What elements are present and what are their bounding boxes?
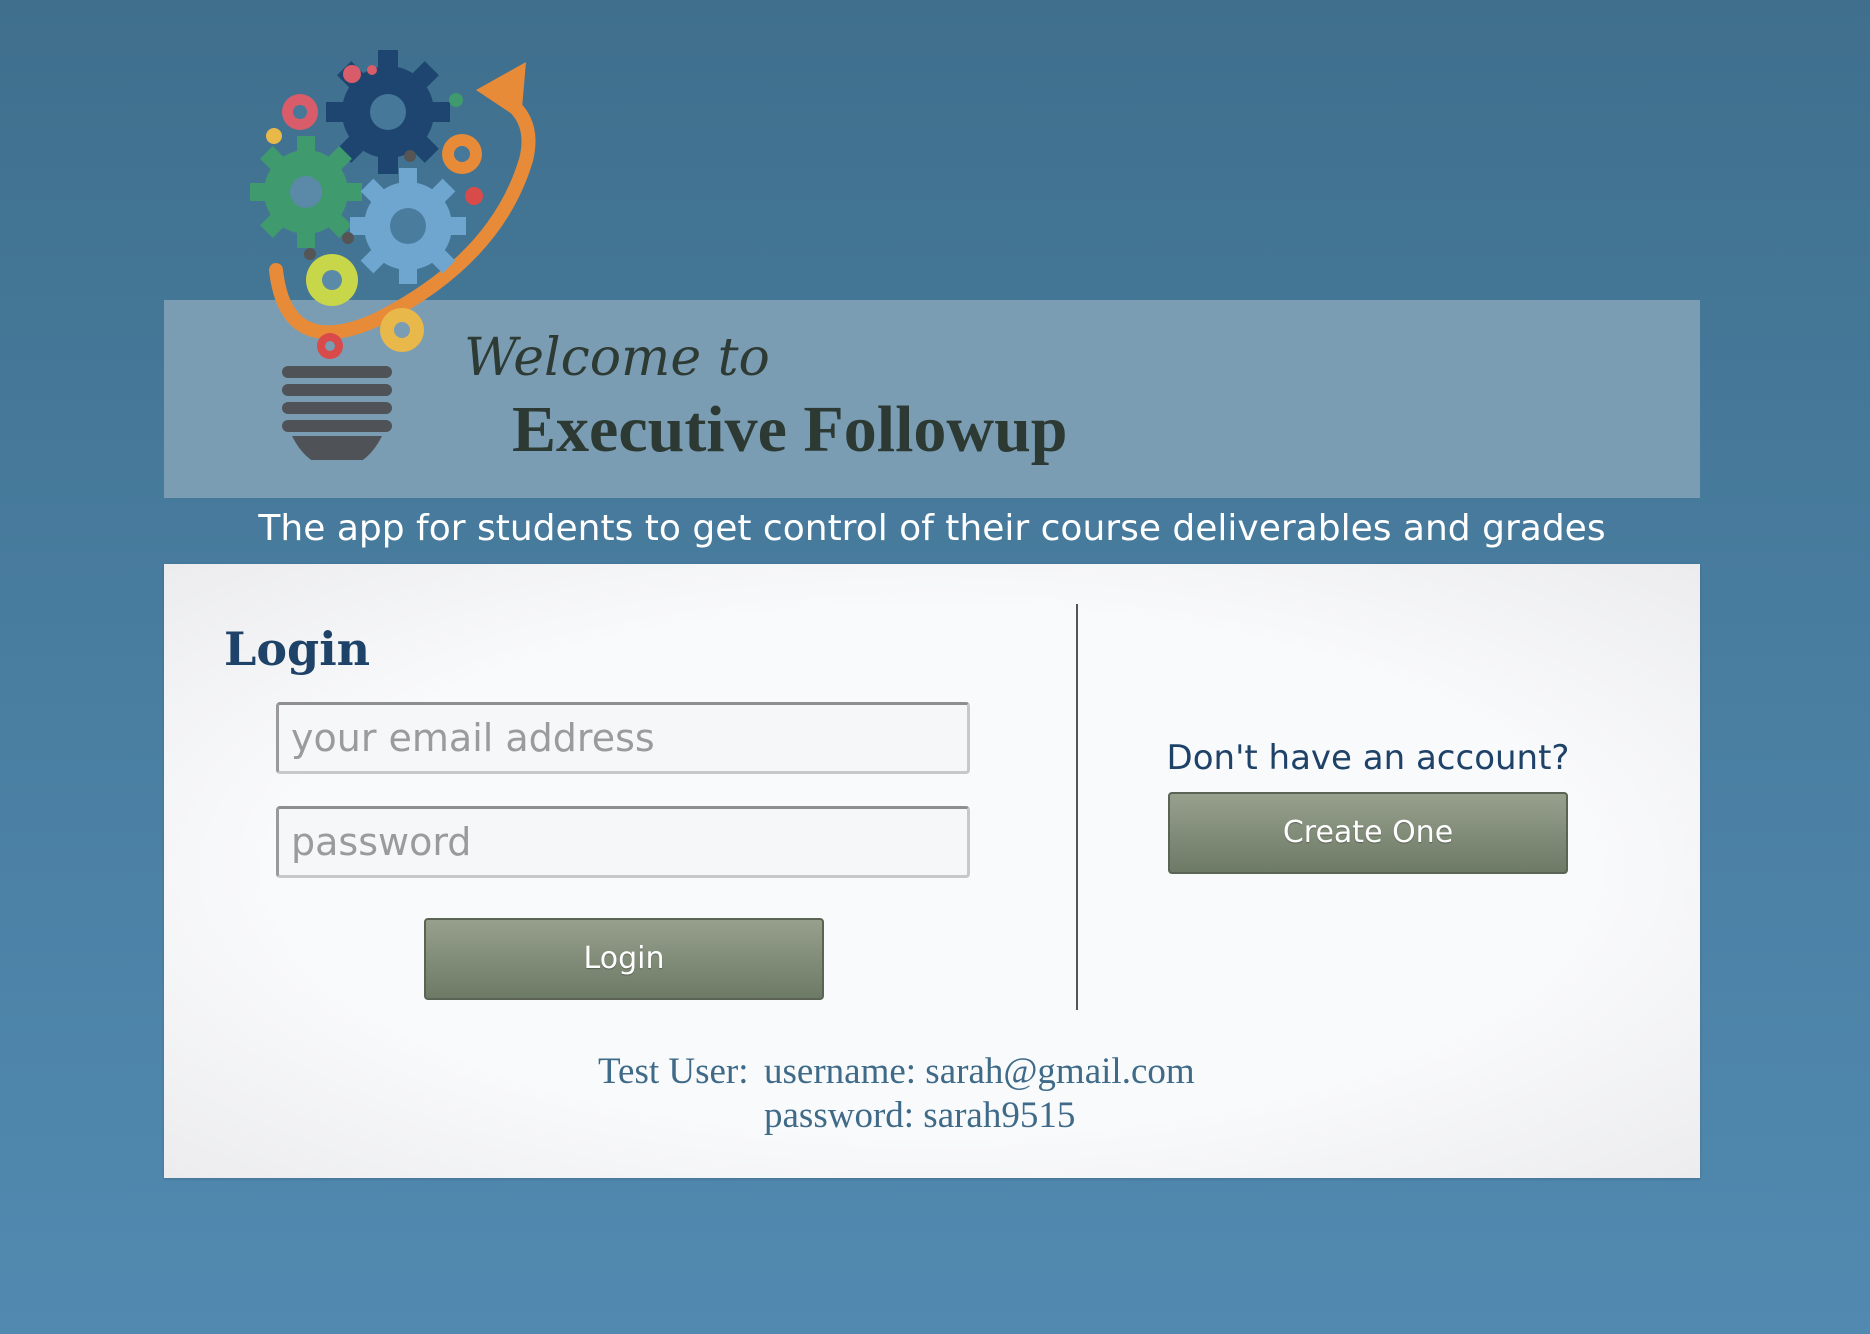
divider (1076, 604, 1078, 1010)
test-user-password: password: sarah9515 (764, 1095, 1076, 1136)
login-card: Login Login Don't have an account? Creat… (164, 564, 1700, 1178)
no-account-prompt: Don't have an account? (1166, 738, 1570, 778)
tagline: The app for students to get control of t… (258, 508, 1606, 549)
test-user-username: username: sarah@gmail.com (764, 1051, 1195, 1092)
login-heading: Login (224, 622, 371, 676)
welcome-text: Welcome to (464, 328, 770, 388)
password-input[interactable] (276, 806, 970, 878)
app-title: Executive Followup (512, 393, 1068, 466)
create-account-button[interactable]: Create One (1168, 792, 1568, 874)
test-user-label: Test User: (598, 1051, 749, 1092)
login-button[interactable]: Login (424, 918, 824, 1000)
email-input[interactable] (276, 702, 970, 774)
